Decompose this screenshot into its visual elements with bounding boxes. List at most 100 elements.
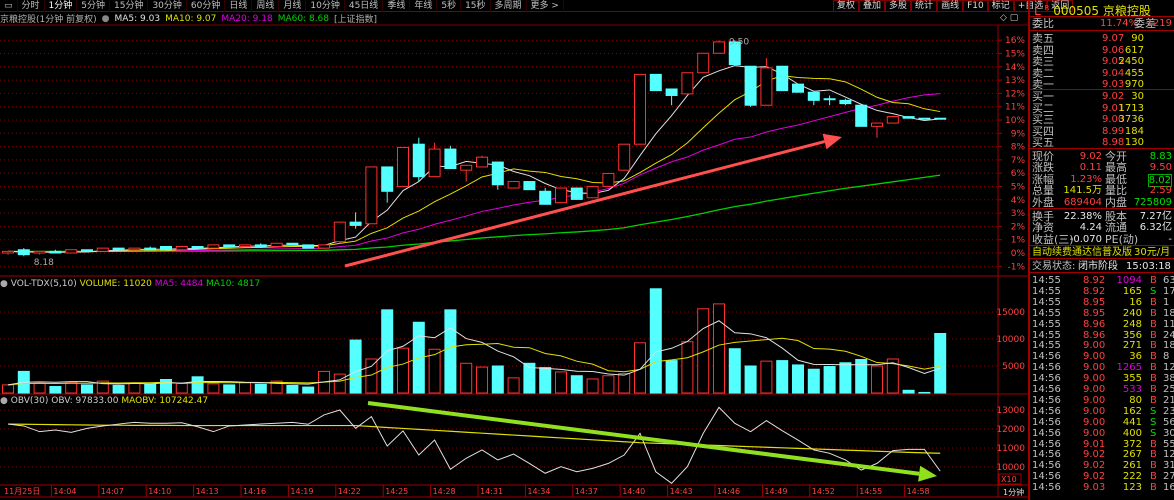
volume-bar	[160, 379, 172, 394]
candle-up	[886, 116, 899, 124]
obv-axis-label: 11000	[996, 444, 1025, 454]
bid-price: 8.99	[1102, 125, 1125, 137]
volume-bar	[807, 368, 820, 394]
price-axis-label: 6%	[1011, 169, 1026, 179]
volume-bar	[128, 382, 141, 394]
candle-up	[476, 156, 488, 168]
rights-flag: R	[1044, 4, 1050, 12]
trade-row: 14:56 9.00 400 S 30	[1030, 428, 1174, 439]
volume-bar	[144, 383, 157, 394]
candle-up	[333, 221, 346, 243]
candle-down	[491, 161, 504, 186]
trade-volume: 441	[1122, 416, 1142, 428]
price-axis-label: 14%	[1005, 63, 1025, 73]
candle-up	[239, 244, 251, 248]
trade-time: 14:56	[1032, 373, 1061, 385]
ma10-line	[7, 75, 941, 253]
trade-time: 14:55	[1032, 275, 1061, 286]
candle-down	[539, 190, 552, 205]
trade-side: S	[1150, 427, 1157, 439]
trade-row: 14:56 9.02 222 B 27	[1030, 471, 1174, 482]
volume-bar	[918, 391, 931, 394]
fund-value: 6.32亿	[1139, 222, 1172, 234]
volume-bar	[744, 365, 757, 394]
trade-volume: 36	[1129, 351, 1142, 363]
stat-label: 内盘	[1105, 195, 1127, 209]
trade-row: 14:56 9.00 162 S 23	[1030, 406, 1174, 417]
stat-value: 0.11	[1079, 162, 1102, 174]
obv-settings-icon[interactable]: ●	[0, 396, 8, 406]
time-axis-label: 14:40	[622, 487, 645, 496]
volume-settings-icon[interactable]: ●	[0, 279, 8, 289]
trade-price: 8.96	[1083, 318, 1106, 330]
trade-row: 14:56 9.01 372 B 55	[1030, 439, 1174, 450]
trade-count: 38	[1163, 373, 1174, 385]
fund-value: 7.27亿	[1139, 211, 1172, 222]
volume-bar	[349, 339, 362, 394]
trade-price: 9.00	[1083, 427, 1106, 439]
trade-row: 14:55 8.95 16 B 1	[1030, 297, 1174, 308]
trade-time: 14:56	[1032, 482, 1061, 494]
trade-side: B	[1150, 449, 1157, 461]
trade-side: B	[1150, 340, 1157, 352]
trade-count: 63	[1163, 275, 1174, 286]
volume-bar	[112, 384, 125, 394]
trade-side: B	[1150, 471, 1157, 483]
trade-price: 9.02	[1083, 449, 1106, 461]
trade-status: 闭市阶段	[1078, 261, 1118, 272]
trade-volume: 533	[1122, 384, 1142, 395]
trade-time: 14:55	[1032, 285, 1061, 297]
trade-time: 14:56	[1032, 416, 1061, 428]
trade-volume: 400	[1122, 427, 1142, 439]
trade-row: 14:55 8.92 165 S 17	[1030, 286, 1174, 297]
trade-price: 9.03	[1083, 482, 1106, 494]
candle-up	[96, 247, 109, 252]
volume-bar	[476, 366, 488, 394]
candle-up	[365, 166, 378, 225]
volume-bar	[871, 365, 883, 394]
candle-down	[665, 88, 678, 96]
candle-up	[555, 187, 567, 204]
candle-down	[902, 116, 915, 119]
trade-side: B	[1150, 307, 1157, 319]
trade-side: B	[1150, 329, 1157, 341]
time-axis-label: 14:34	[527, 487, 550, 496]
trade-side: B	[1150, 318, 1157, 330]
price-axis-label: 13%	[1005, 76, 1025, 86]
bid-volume: 1713	[1118, 102, 1144, 114]
trade-volume: 267	[1122, 449, 1142, 461]
candle-up	[2, 250, 14, 254]
candle-down	[776, 65, 789, 92]
promo-price[interactable]: 30元/月	[1134, 247, 1170, 258]
volume-axis-label: 15000	[996, 308, 1025, 318]
volume-bar	[2, 384, 14, 394]
fund-label: 净资	[1032, 221, 1054, 235]
time-axis-label: 14:43	[670, 487, 693, 496]
volume-bar	[175, 382, 188, 394]
candle-up	[128, 247, 141, 251]
volume-bar	[902, 389, 915, 394]
trade-time: 14:56	[1032, 471, 1061, 483]
ask-label: 卖四	[1032, 43, 1054, 57]
trade-time: 14:56	[1032, 449, 1061, 461]
volume-bar	[239, 382, 251, 394]
trade-price: 9.00	[1083, 362, 1106, 374]
chart-canvas[interactable]: 16%15%14%13%12%11%10%9%8%7%6%5%4%3%2%1%0…	[0, 0, 1174, 500]
time-axis-label: 14:13	[196, 487, 219, 496]
trade-price: 8.92	[1083, 285, 1106, 297]
trade-time: 14:56	[1032, 405, 1061, 417]
trade-side: B	[1150, 296, 1157, 308]
volume-bar	[728, 348, 741, 394]
trade-volume: 1265	[1116, 362, 1142, 374]
price-axis-label: 9%	[1011, 129, 1026, 139]
trade-status-time: 15:03:18	[1126, 261, 1171, 272]
low-price-label: 8.18	[34, 258, 54, 268]
promo-text[interactable]: 自动续费通达信普及版	[1032, 247, 1132, 258]
trade-count: 16	[1163, 482, 1174, 494]
candle-down	[112, 247, 125, 251]
trade-volume: 248	[1122, 318, 1142, 330]
time-axis-label: 14:10	[148, 487, 171, 496]
trade-time: 14:55	[1032, 340, 1061, 352]
volume-bar	[934, 332, 947, 394]
candle-down	[223, 244, 236, 248]
